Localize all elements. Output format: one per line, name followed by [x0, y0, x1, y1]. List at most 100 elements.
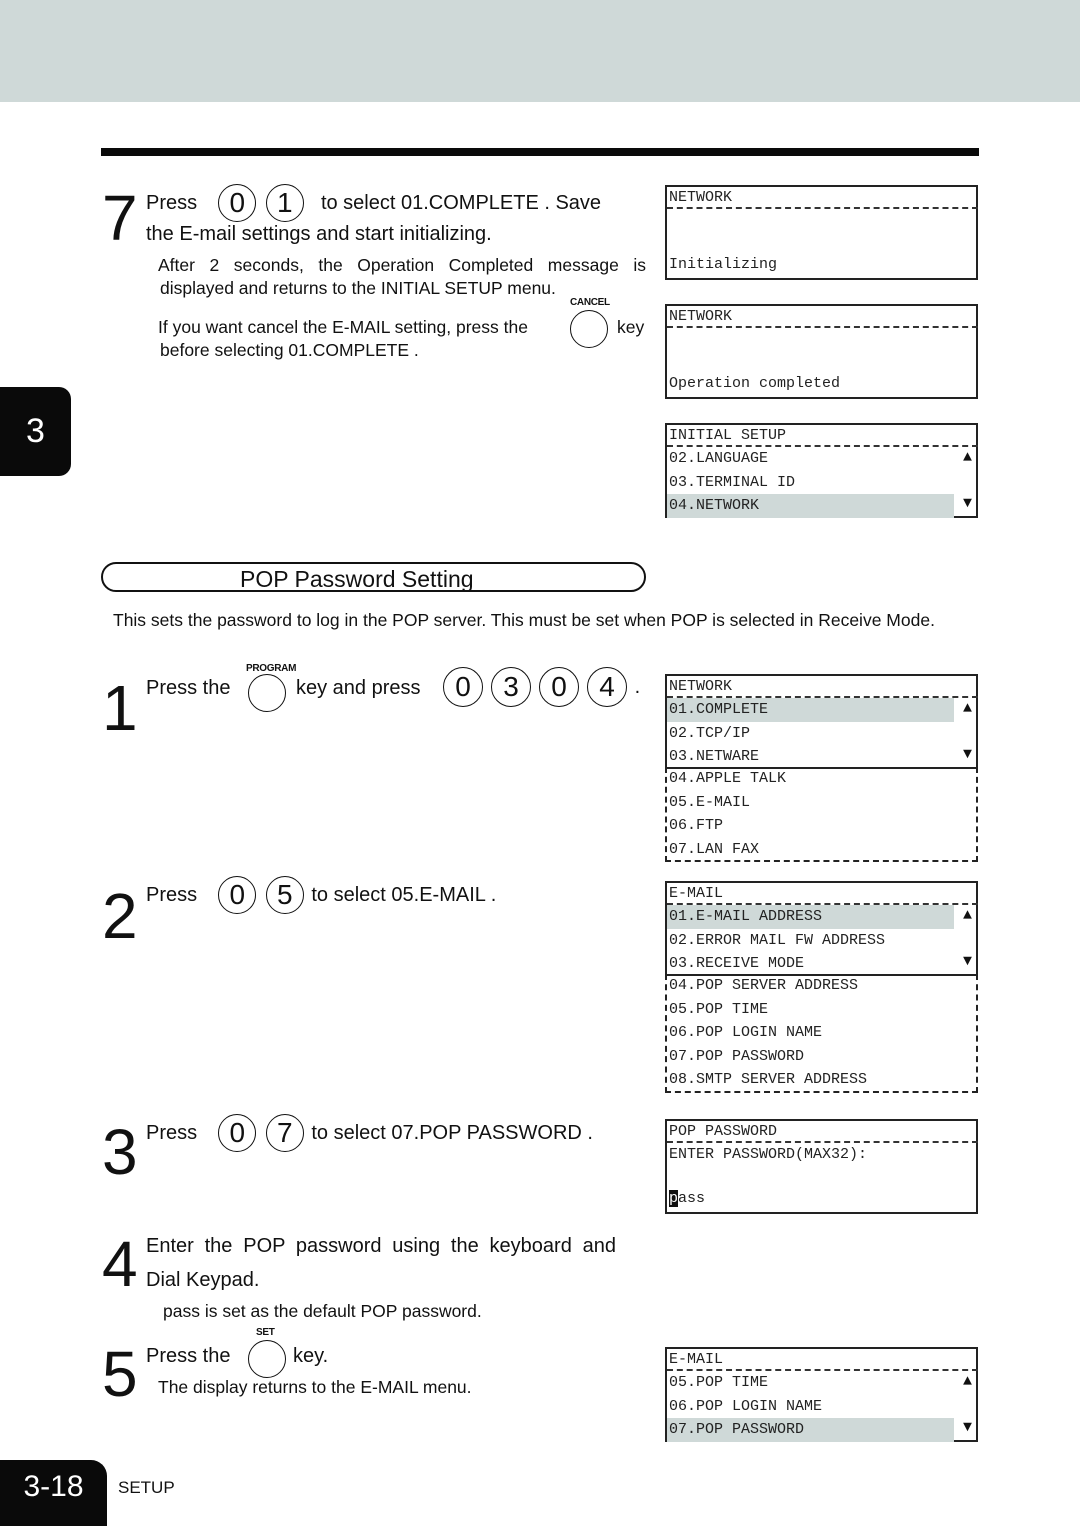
- lcd-prompt: ENTER PASSWORD(MAX32):: [669, 1146, 868, 1163]
- step7-note2-line2: before selecting 01.COMPLETE .: [160, 340, 419, 360]
- keypad-0-button[interactable]: 0: [218, 1114, 257, 1152]
- cancel-key-button[interactable]: [570, 310, 608, 348]
- lcd-email-menu-after: E-MAIL 05.POP TIME 06.POP LOGIN NAME 07.…: [665, 1347, 978, 1442]
- step7-suffix: to select 01.COMPLETE . Save: [320, 191, 602, 214]
- step4-note: pass is set as the default POP password.: [163, 1301, 482, 1321]
- lcd-message: Initializing: [669, 255, 778, 273]
- lcd-menu-item[interactable]: 03.RECEIVE MODE: [667, 952, 976, 976]
- step-number-7: 7: [102, 182, 138, 254]
- step4-line2: Dial Keypad.: [146, 1269, 260, 1291]
- lcd-menu-item-selected[interactable]: 01.E-MAIL ADDRESS: [667, 905, 954, 929]
- lcd-menu-item[interactable]: 05.POP TIME: [667, 1371, 976, 1395]
- header-band: [0, 0, 1080, 102]
- step5-suffix: key.: [293, 1345, 329, 1367]
- lcd-menu-item: 06.FTP: [669, 817, 724, 834]
- step-number-5: 5: [102, 1338, 138, 1410]
- scroll-down-arrow-icon[interactable]: ▼: [963, 495, 972, 512]
- step2-prefix: Press: [146, 883, 198, 906]
- lcd-menu-item[interactable]: 03.TERMINAL ID: [667, 471, 976, 495]
- chapter-tab: 3: [0, 387, 71, 476]
- lcd-menu-item: 06.POP LOGIN NAME: [669, 1024, 823, 1041]
- lcd-title: NETWORK: [667, 676, 978, 698]
- keypad-7-button[interactable]: 7: [265, 1114, 304, 1152]
- step-number-3: 3: [102, 1116, 138, 1188]
- step5-note: The display returns to the E-MAIL menu.: [158, 1377, 472, 1397]
- lcd-network-menu: NETWORK 01.COMPLETE 02.TCP/IP 03.NETWARE…: [665, 674, 978, 769]
- step4-line1: Enter the POP password using the keyboar…: [146, 1235, 616, 1257]
- scroll-up-arrow-icon[interactable]: ▲: [963, 907, 972, 924]
- keypad-0-button[interactable]: 0: [443, 667, 483, 707]
- lcd-menu-item: 08.SMTP SERVER ADDRESS: [669, 1071, 868, 1088]
- text-cursor: p: [669, 1189, 679, 1207]
- keypad-1-button[interactable]: 1: [265, 184, 304, 222]
- lcd-title: E-MAIL: [667, 883, 978, 905]
- page-number: 3-18: [0, 1460, 107, 1526]
- step7-note1-line2: displayed and returns to the INITIAL SET…: [160, 278, 556, 298]
- program-key-button[interactable]: [248, 674, 286, 712]
- step-number-1: 1: [102, 672, 138, 744]
- lcd-title: E-MAIL: [667, 1349, 978, 1371]
- set-key-label: SET: [256, 1327, 275, 1338]
- step5-prefix: Press the: [146, 1345, 231, 1367]
- lcd-network-menu-hidden-items: 04.APPLE TALK 05.E-MAIL 06.FTP 07.LAN FA…: [665, 767, 978, 862]
- lcd-initial-setup: INITIAL SETUP 02.LANGUAGE 03.TERMINAL ID…: [665, 423, 978, 518]
- scroll-down-arrow-icon[interactable]: ▼: [963, 953, 972, 970]
- lcd-pop-password: POP PASSWORD ENTER PASSWORD(MAX32): pass: [665, 1119, 978, 1214]
- lcd-menu-item: 05.POP TIME: [669, 1000, 769, 1018]
- lcd-email-menu: E-MAIL 01.E-MAIL ADDRESS 02.ERROR MAIL F…: [665, 881, 978, 976]
- set-key-button[interactable]: [248, 1340, 286, 1378]
- program-key-label: PROGRAM: [246, 663, 297, 674]
- lcd-menu-item[interactable]: 06.POP LOGIN NAME: [667, 1395, 976, 1419]
- step7-note2-suffix: key: [617, 317, 645, 337]
- lcd-title: NETWORK: [667, 187, 978, 209]
- lcd-email-menu-hidden-items: 04.POP SERVER ADDRESS 05.POP TIME 06.POP…: [665, 974, 978, 1093]
- lcd-menu-item: 07.POP PASSWORD: [669, 1047, 805, 1065]
- step3-prefix: Press: [146, 1121, 198, 1144]
- keypad-0-button[interactable]: 0: [539, 667, 579, 707]
- step3-suffix: to select 07.POP PASSWORD .: [311, 1121, 593, 1144]
- keypad-0-button[interactable]: 0: [218, 184, 257, 222]
- scroll-up-arrow-icon[interactable]: ▲: [963, 700, 972, 717]
- lcd-menu-item: 07.LAN FAX: [669, 840, 760, 858]
- lcd-menu-item: 04.APPLE TALK: [669, 770, 787, 787]
- lcd-menu-item[interactable]: 03.NETWARE: [667, 745, 976, 769]
- scroll-up-arrow-icon[interactable]: ▲: [963, 1373, 972, 1390]
- step1-keys: 0304 .: [441, 667, 640, 707]
- step-number-4: 4: [102, 1228, 138, 1300]
- lcd-menu-item-selected[interactable]: 01.COMPLETE: [667, 698, 954, 722]
- password-input[interactable]: pass: [667, 1187, 705, 1211]
- step3-line: Press 0 7 to select 07.POP PASSWORD .: [146, 1114, 593, 1152]
- step7-prefix: Press: [146, 191, 198, 214]
- keypad-0-button[interactable]: 0: [218, 876, 257, 914]
- lcd-menu-item[interactable]: 02.TCP/IP: [667, 722, 976, 746]
- lcd-menu-item: 04.POP SERVER ADDRESS: [669, 977, 859, 994]
- keypad-5-button[interactable]: 5: [265, 876, 304, 914]
- scroll-up-arrow-icon[interactable]: ▲: [963, 449, 972, 466]
- lcd-menu-item[interactable]: 02.LANGUAGE: [667, 447, 976, 471]
- step-number-2: 2: [102, 880, 138, 952]
- lcd-menu-item-selected[interactable]: 07.POP PASSWORD: [667, 1418, 954, 1442]
- password-value: ass: [678, 1189, 706, 1207]
- lcd-message: Operation completed: [669, 374, 841, 392]
- keypad-3-button[interactable]: 3: [491, 667, 531, 707]
- footer-section-label: SETUP: [118, 1478, 175, 1497]
- lcd-menu-item-selected[interactable]: 04.NETWORK: [667, 494, 954, 518]
- scroll-down-arrow-icon[interactable]: ▼: [963, 746, 972, 763]
- step2-suffix: to select 05.E-MAIL .: [311, 883, 497, 906]
- lcd-title: NETWORK: [667, 306, 978, 328]
- step1-middle: key and press: [296, 677, 421, 699]
- lcd-initializing: NETWORK Initializing: [665, 185, 978, 280]
- cancel-key-label: CANCEL: [570, 297, 610, 308]
- step7-note2-prefix: If you want cancel the E-MAIL setting, p…: [158, 317, 528, 337]
- keypad-4-button[interactable]: 4: [587, 667, 627, 707]
- step1-suffix: .: [634, 675, 641, 698]
- scroll-down-arrow-icon[interactable]: ▼: [963, 1419, 972, 1436]
- lcd-menu-item: 05.E-MAIL: [669, 793, 751, 811]
- lcd-title: INITIAL SETUP: [667, 425, 978, 447]
- lcd-title: POP PASSWORD: [667, 1121, 978, 1143]
- step2-line: Press 0 5 to select 05.E-MAIL .: [146, 876, 496, 914]
- lcd-operation-completed: NETWORK Operation completed: [665, 304, 978, 399]
- step7-note1-line1: After 2 seconds, the Operation Completed…: [158, 255, 646, 275]
- lcd-menu-item[interactable]: 02.ERROR MAIL FW ADDRESS: [667, 929, 976, 953]
- step7-line2: the E-mail settings and start initializi…: [146, 223, 492, 245]
